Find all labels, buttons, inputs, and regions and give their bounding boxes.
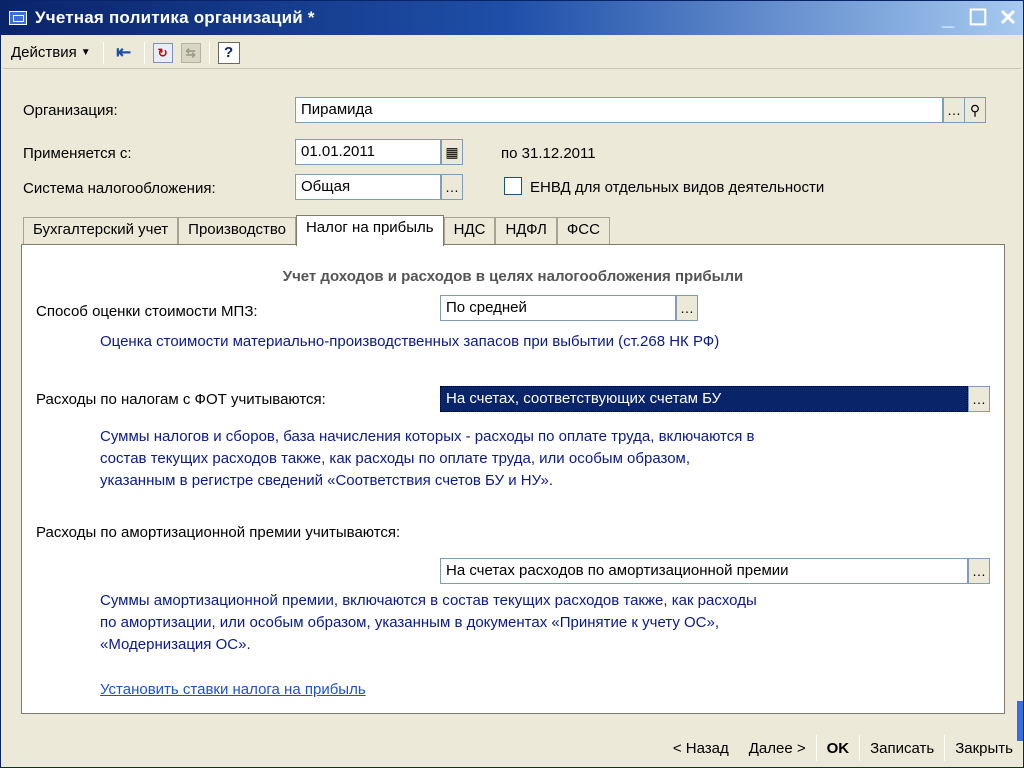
fot-description-line-3: указанным в регистре сведений «Соответст… <box>100 472 553 489</box>
tax-system-select-button[interactable]: … <box>441 174 463 200</box>
save-button[interactable]: Записать <box>860 733 944 763</box>
actions-menu[interactable]: Действия ▼ <box>3 44 99 61</box>
section-title: Учет доходов и расходов в целях налогооб… <box>282 268 744 285</box>
window-edge-accent <box>1017 701 1023 741</box>
chevron-down-icon: ▼ <box>80 47 91 58</box>
toolbar-separator <box>143 41 145 64</box>
mpz-select-button[interactable]: … <box>676 295 698 321</box>
title-bar[interactable]: Учетная политика организаций * _ ☐ ✕ <box>1 1 1023 35</box>
organization-field[interactable]: Пирамида <box>295 97 943 123</box>
fot-field[interactable]: На счетах, соответствующих счетам БУ <box>440 386 968 412</box>
tab-ndfl[interactable]: НДФЛ <box>495 217 557 245</box>
close-window-button[interactable]: ✕ <box>993 5 1023 31</box>
mpz-field[interactable]: По средней <box>440 295 676 321</box>
tab-production[interactable]: Производство <box>178 217 296 245</box>
tab-panel-income-tax: Учет доходов и расходов в целях налогооб… <box>21 244 1005 714</box>
minimize-button[interactable]: _ <box>933 5 963 31</box>
maximize-button[interactable]: ☐ <box>963 5 993 31</box>
next-button[interactable]: Далее > <box>739 733 816 763</box>
organization-open-button[interactable]: ⚲ <box>964 97 986 123</box>
tax-system-label: Система налогообложения: <box>23 180 216 197</box>
close-button[interactable]: Закрыть <box>945 733 1023 763</box>
calendar-icon: ▦ <box>445 143 459 160</box>
mpz-description: Оценка стоимости материально-производств… <box>100 333 720 350</box>
magnifier-icon: ⚲ <box>969 101 981 118</box>
app-window-icon <box>9 11 27 25</box>
amort-description-line-1: Суммы амортизационной премии, включаются… <box>100 592 757 609</box>
applies-from-label: Применяется с: <box>23 145 132 162</box>
envd-checkbox[interactable] <box>504 177 522 195</box>
amort-label: Расходы по амортизационной премии учитыв… <box>36 524 401 541</box>
tab-income-tax[interactable]: Налог на прибыль <box>295 215 444 246</box>
back-button[interactable]: < Назад <box>663 733 739 763</box>
window-title: Учетная политика организаций * <box>35 8 315 27</box>
amort-description-line-2: по амортизации, или особым образом, указ… <box>100 614 719 631</box>
toolbar: Действия ▼ ⇤ ↻ ⇆ ? <box>3 37 1021 69</box>
amort-select-button[interactable]: … <box>968 558 990 584</box>
amort-field[interactable]: На счетах расходов по амортизационной пр… <box>440 558 968 584</box>
fot-select-button[interactable]: … <box>968 386 990 412</box>
tab-accounting[interactable]: Бухгалтерский учет <box>23 217 179 245</box>
applies-to-text: по 31.12.2011 <box>501 145 596 162</box>
goto-arrow-icon[interactable]: ⇤ <box>112 41 136 65</box>
tab-strip: Бухгалтерский учет Производство Налог на… <box>23 215 610 246</box>
amort-description-line-3: «Модернизация ОС». <box>100 636 251 653</box>
help-button[interactable]: ? <box>217 41 240 64</box>
dialog-button-bar: < Назад Далее > OK Записать Закрыть <box>1 729 1023 767</box>
toolbar-separator <box>102 41 104 64</box>
actions-menu-label: Действия <box>11 44 77 61</box>
envd-checkbox-label: ЕНВД для отдельных видов деятельности <box>530 179 825 196</box>
tax-system-field[interactable]: Общая <box>295 174 441 200</box>
organization-select-button[interactable]: … <box>943 97 965 123</box>
tab-fss[interactable]: ФСС <box>556 217 610 245</box>
fot-description-line-1: Суммы налогов и сборов, база начисления … <box>100 428 755 445</box>
refresh-icon[interactable]: ↻ <box>152 42 173 63</box>
structure-icon[interactable]: ⇆ <box>180 42 201 63</box>
help-icon: ? <box>224 44 234 61</box>
tab-vat[interactable]: НДС <box>443 217 496 245</box>
organization-label: Организация: <box>23 102 118 119</box>
fot-description-line-2: состав текущих расходов также, как расхо… <box>100 450 691 467</box>
calendar-button[interactable]: ▦ <box>441 139 463 165</box>
mpz-label: Способ оценки стоимости МПЗ: <box>36 303 258 320</box>
applies-from-field[interactable]: 01.01.2011 <box>295 139 441 165</box>
set-tax-rates-link[interactable]: Установить ставки налога на прибыль <box>100 681 366 698</box>
ok-button[interactable]: OK <box>817 733 860 763</box>
window: Учетная политика организаций * _ ☐ ✕ Дей… <box>0 0 1024 768</box>
toolbar-separator <box>208 41 210 64</box>
fot-label: Расходы по налогам с ФОТ учитываются: <box>36 391 326 408</box>
